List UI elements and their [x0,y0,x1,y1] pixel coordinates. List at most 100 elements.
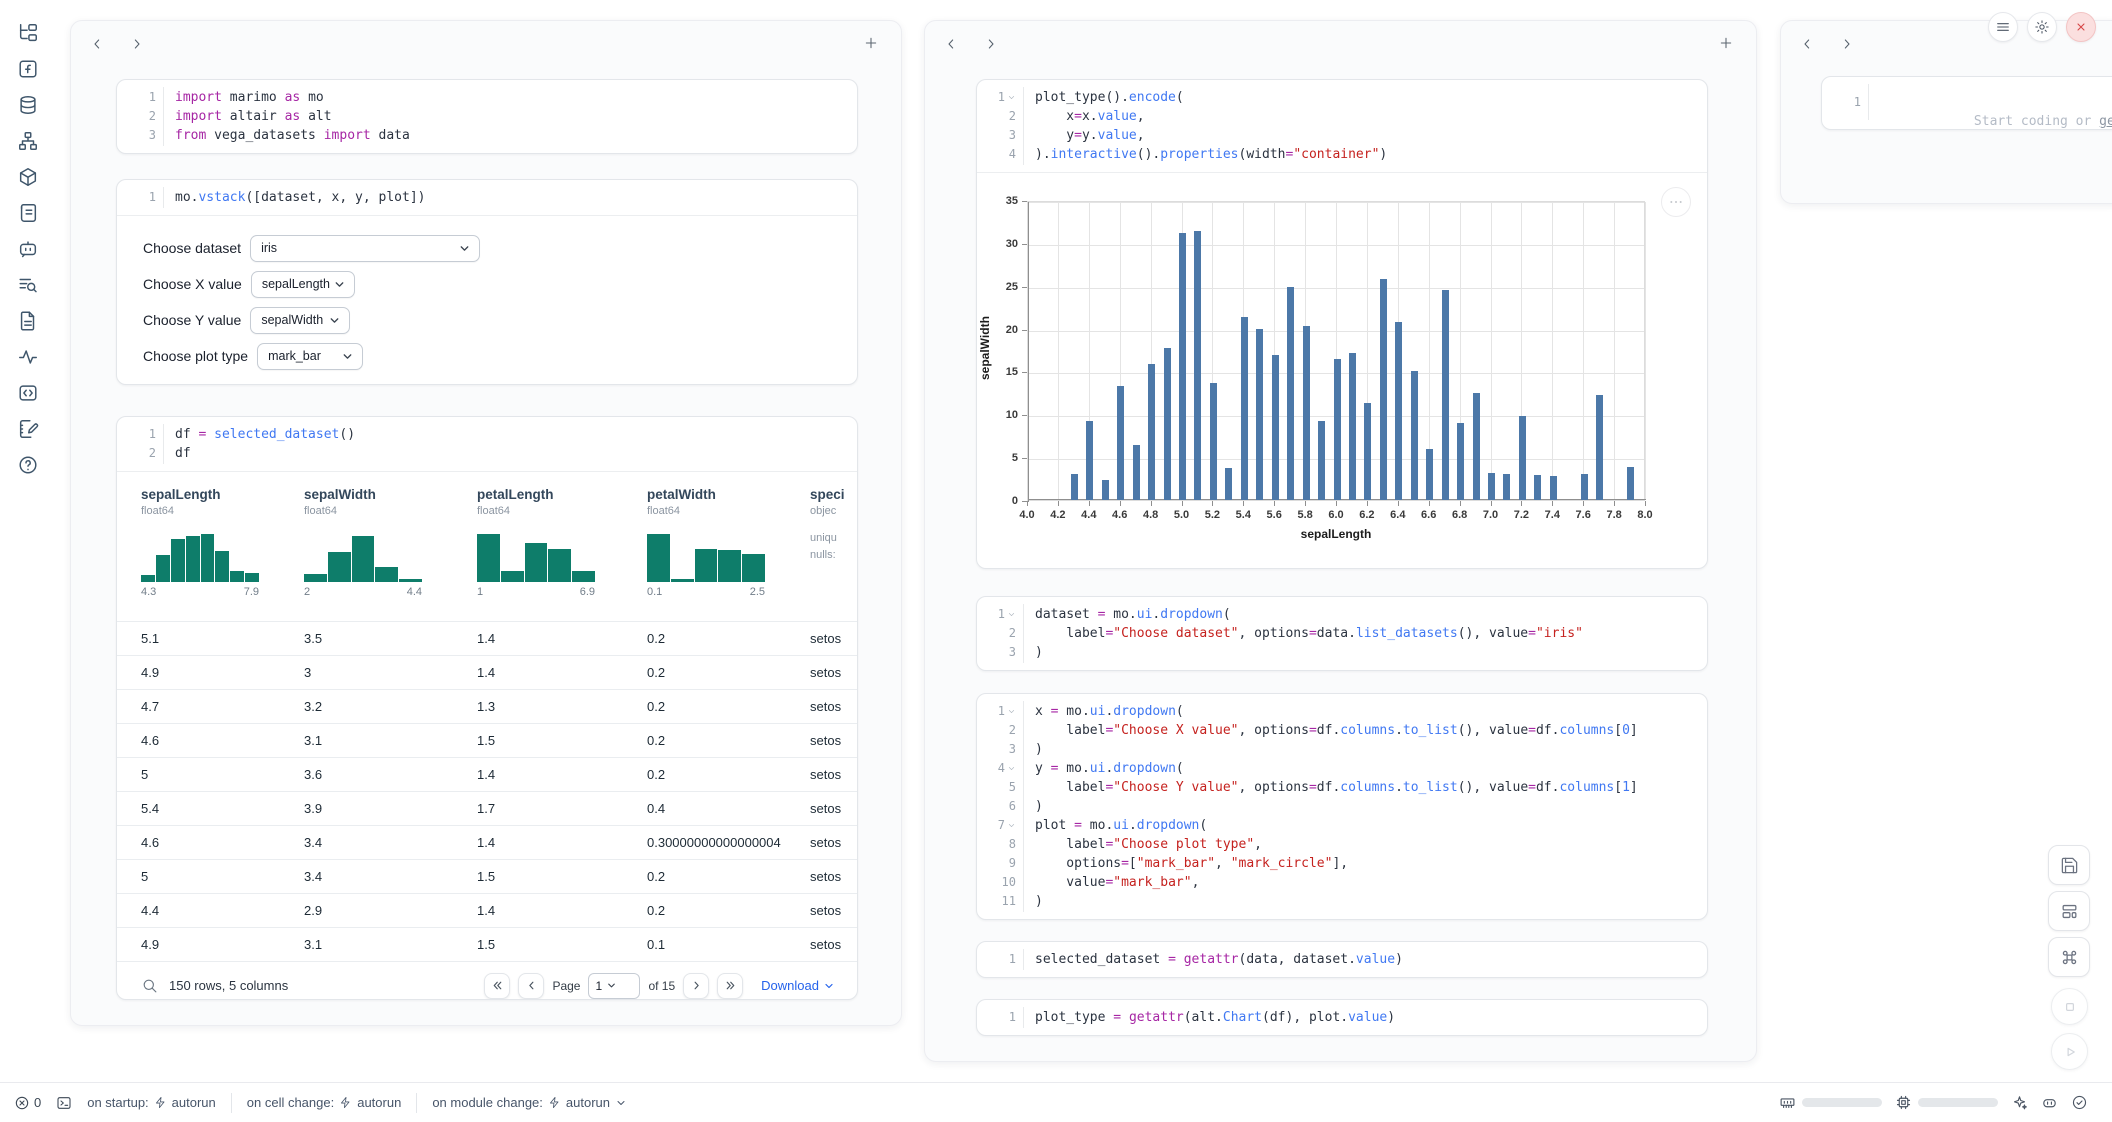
line-number: 6 [1009,797,1016,816]
add-cell-button[interactable] [1718,33,1738,53]
first-page-button[interactable] [484,973,510,999]
terminal-button[interactable] [56,1095,72,1111]
code-editor[interactable]: 1x = mo.ui.dropdown(2 label="Choose X va… [977,694,1707,919]
copilot-button[interactable] [2041,1094,2058,1111]
column-type: float64 [647,504,796,518]
chevron-down-icon [823,980,835,992]
scratchpad-editor[interactable]: 1 Start coding or generate with [1822,77,2112,127]
run-button[interactable] [2051,1033,2088,1070]
fold-chevron-icon[interactable] [1007,610,1016,619]
database-icon[interactable] [17,94,39,116]
notebook-pen-icon[interactable] [17,418,39,440]
ram-usage-meter[interactable] [1779,1094,1882,1111]
errors-indicator[interactable]: 0 [14,1095,41,1111]
table-row[interactable]: 4.93.11.50.1setos [117,927,857,961]
altair-chart[interactable]: 4.04.24.44.64.85.05.25.45.65.86.06.26.46… [977,173,1707,567]
function-square-icon[interactable] [17,58,39,80]
code-editor[interactable]: 1plot_type = getattr(alt.Chart(df), plot… [977,1000,1707,1035]
code-editor[interactable]: 1dataset = mo.ui.dropdown(2 label="Choos… [977,597,1707,670]
table-row[interactable]: 53.61.40.2setos [117,757,857,791]
code-editor[interactable]: 1plot_type().encode(2 x=x.value,3 y=y.va… [977,80,1707,172]
table-row[interactable]: 53.41.50.2setos [117,859,857,893]
scroll-column-left-button[interactable] [1799,33,1821,55]
fold-chevron-icon[interactable] [1007,93,1016,102]
on-module-change-setting[interactable]: on module change: autorun [432,1095,627,1110]
column-header-sepalWidth[interactable]: sepalWidthfloat6424.4 [304,486,477,598]
chart-options-button[interactable] [1661,187,1691,217]
download-button[interactable]: Download [761,978,835,993]
chart-output: 4.04.24.44.64.85.05.25.45.65.86.06.26.46… [977,172,1707,567]
dataset-dropdown[interactable]: iris [250,235,480,262]
column-header-speci[interactable]: speciobjecuniqunulls: [810,486,857,598]
table-row[interactable]: 4.63.41.40.30000000000000004setos [117,825,857,859]
code-line: 1plot_type().encode( [977,88,1707,107]
ai-assistant-button[interactable] [2011,1094,2028,1111]
list-search-icon[interactable] [17,274,39,296]
table-row[interactable]: 5.43.91.70.4setos [117,791,857,825]
layout-button[interactable] [2048,891,2090,931]
chevron-down-icon [458,242,471,255]
connection-status-icon[interactable] [2071,1094,2088,1111]
bot-message-icon[interactable] [17,238,39,260]
table-row[interactable]: 4.63.11.50.2setos [117,723,857,757]
on-startup-setting[interactable]: on startup: autorun [87,1095,216,1110]
code-editor[interactable]: 1df = selected_dataset()2df [117,417,857,471]
page-select[interactable]: 1 [588,973,640,999]
file-text-icon[interactable] [17,310,39,332]
code-editor[interactable]: 1import marimo as mo2import altair as al… [117,80,857,153]
scroll-text-icon[interactable] [17,202,39,224]
scratchpad-cell: 1 Start coding or generate with [1821,76,2112,130]
line-number: 1 [1854,93,1861,112]
settings-button[interactable] [2027,12,2057,42]
code-line: 4y = mo.ui.dropdown( [977,759,1707,778]
help-circle-icon[interactable] [17,454,39,476]
fold-chevron-icon[interactable] [1007,821,1016,830]
code-editor[interactable]: 1mo.vstack([dataset, x, y, plot]) [117,180,857,215]
x-tick-label: 7.4 [1545,509,1560,521]
cpu-usage-meter[interactable] [1895,1094,1998,1111]
activity-icon[interactable] [17,346,39,368]
close-button[interactable] [2066,12,2096,42]
package-icon[interactable] [17,166,39,188]
add-cell-button[interactable] [863,33,883,53]
table-cell: 5 [141,869,304,884]
command-palette-button[interactable] [2048,937,2090,977]
x-value-dropdown[interactable]: sepalLength [251,271,355,298]
menu-button[interactable] [1988,12,2018,42]
stop-button[interactable] [2051,988,2088,1025]
scroll-column-left-button[interactable] [943,33,965,55]
table-cell: 3.1 [304,937,477,952]
code-editor[interactable]: 1selected_dataset = getattr(data, datase… [977,942,1707,977]
last-page-button[interactable] [717,973,743,999]
table-row[interactable]: 4.42.91.40.2setos [117,893,857,927]
fold-chevron-icon[interactable] [1007,707,1016,716]
scroll-column-right-button[interactable] [129,33,151,55]
scroll-column-right-button[interactable] [1839,33,1861,55]
search-icon[interactable] [141,977,158,994]
column-header-petalLength[interactable]: petalLengthfloat6416.9 [477,486,647,598]
next-page-button[interactable] [683,973,709,999]
fold-chevron-icon[interactable] [1007,764,1016,773]
scroll-column-left-button[interactable] [89,33,111,55]
table-summary: 150 rows, 5 columns [169,978,288,993]
workflow-icon[interactable] [17,130,39,152]
table-row[interactable]: 4.73.21.30.2setos [117,689,857,723]
generate-link[interactable]: generate [2099,114,2112,129]
column-name: speci [810,486,857,504]
chart-bar [1287,287,1294,500]
column-header-sepalLength[interactable]: sepalLengthfloat644.37.9 [141,486,304,598]
code-snippet-icon[interactable] [17,382,39,404]
column-header-petalWidth[interactable]: petalWidthfloat640.12.5 [647,486,810,598]
table-row[interactable]: 4.931.40.2setos [117,655,857,689]
table-cell: 1.4 [477,631,647,646]
prev-page-button[interactable] [518,973,544,999]
table-row[interactable]: 5.13.51.40.2setos [117,621,857,655]
scroll-column-right-button[interactable] [983,33,1005,55]
y-value-dropdown[interactable]: sepalWidth [250,307,350,334]
file-tree-icon[interactable] [17,22,39,44]
line-number: 1 [998,702,1005,721]
plot-type-dropdown[interactable]: mark_bar [257,343,363,370]
chevron-down-icon [341,350,354,363]
on-cell-change-setting[interactable]: on cell change: autorun [247,1095,402,1110]
save-button[interactable] [2048,845,2090,885]
